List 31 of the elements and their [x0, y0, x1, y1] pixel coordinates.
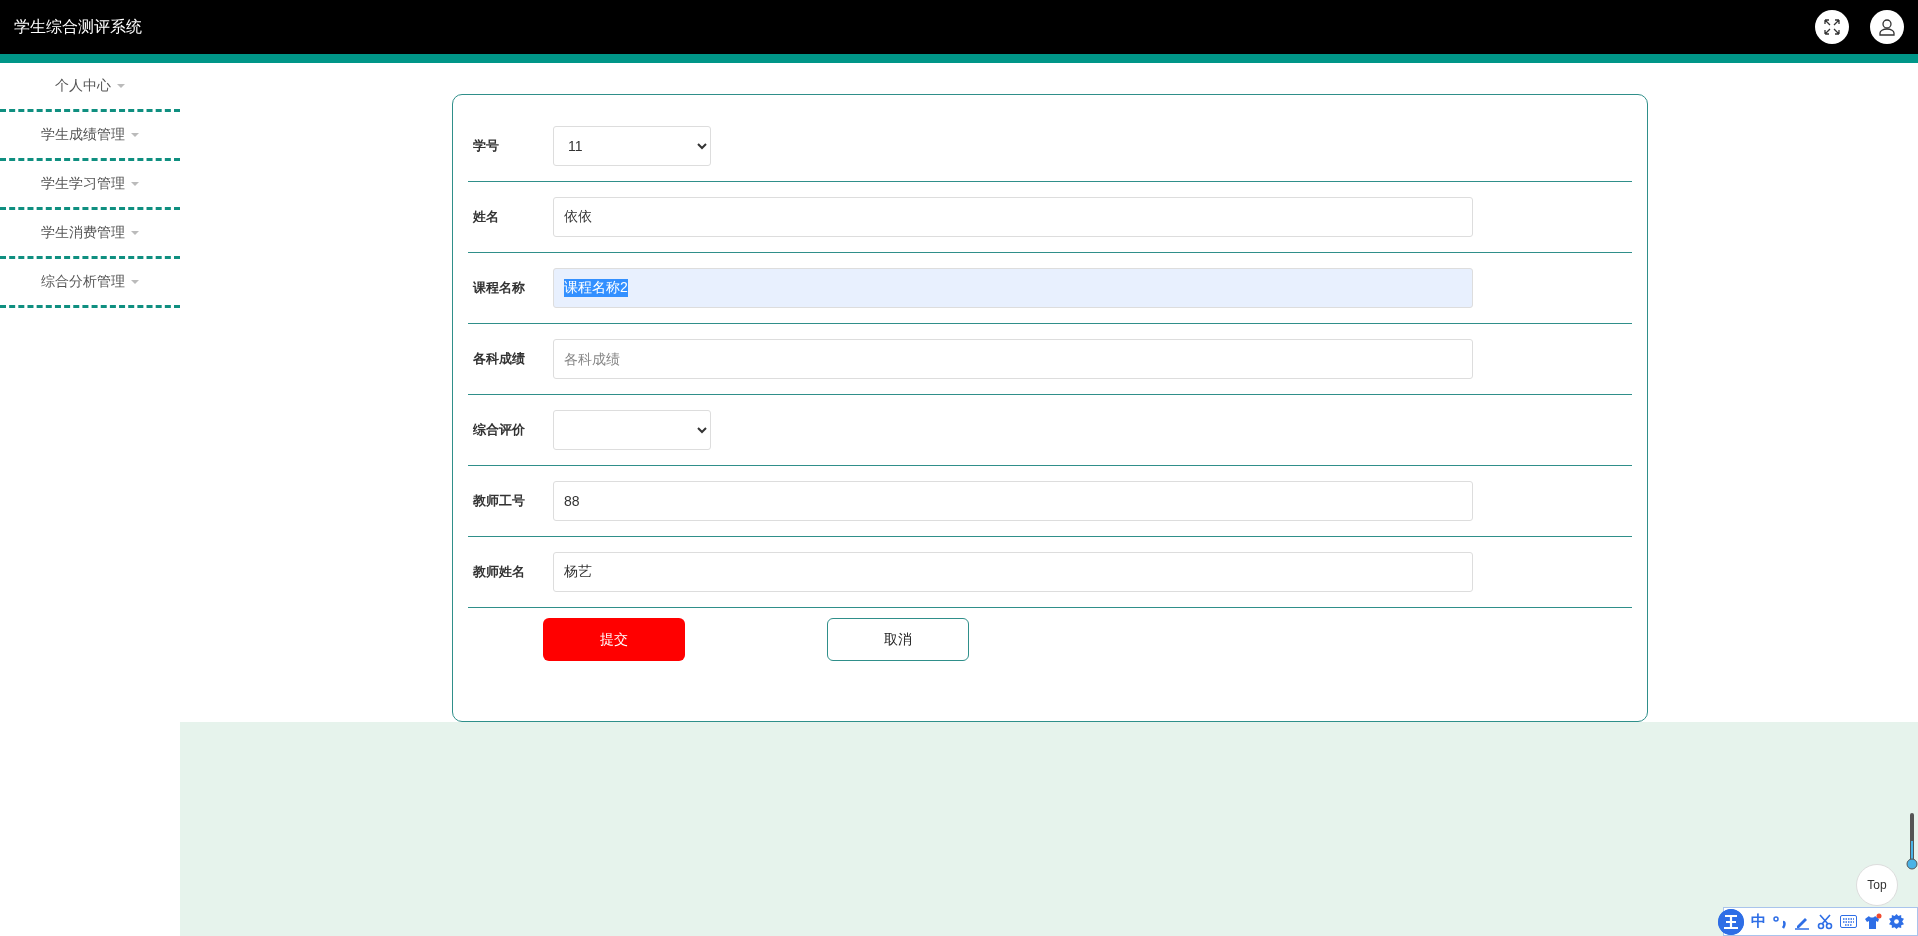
caret-icon — [131, 280, 139, 284]
user-icon[interactable] — [1870, 10, 1904, 44]
keyboard-icon[interactable] — [1840, 915, 1857, 928]
select-field[interactable] — [553, 410, 711, 450]
fullscreen-icon[interactable] — [1815, 10, 1849, 44]
input-field[interactable]: 88 — [553, 481, 1473, 521]
app-title: 学生综合测评系统 — [14, 16, 143, 37]
select-field[interactable]: 11 — [553, 126, 711, 166]
field-label: 学号 — [473, 137, 500, 155]
caret-icon — [131, 133, 139, 137]
caret-icon — [131, 182, 139, 186]
caret-icon — [131, 231, 139, 235]
field-label: 教师姓名 — [473, 563, 526, 581]
field-label: 姓名 — [473, 208, 500, 226]
input-field[interactable]: 依依 — [553, 197, 1473, 237]
input-field[interactable]: 杨艺 — [553, 552, 1473, 592]
caret-icon — [117, 84, 125, 88]
field-label: 课程名称 — [473, 279, 526, 297]
shirt-icon[interactable] — [1864, 913, 1882, 930]
settings-icon[interactable] — [1889, 914, 1904, 929]
ime-logo-icon[interactable] — [1718, 908, 1744, 935]
input-field[interactable]: 各科成绩 — [553, 339, 1473, 379]
field-label: 各科成绩 — [473, 350, 526, 368]
cancel-button[interactable]: 取消 — [827, 618, 969, 661]
submit-button[interactable]: 提交 — [543, 618, 685, 661]
punctuation-icon[interactable] — [1773, 914, 1787, 929]
input-mode-toggle[interactable]: 中 — [1751, 912, 1766, 931]
field-label: 综合评价 — [473, 421, 526, 439]
field-label: 教师工号 — [473, 492, 526, 510]
scissors-icon[interactable] — [1817, 913, 1833, 930]
thermometer-icon — [1906, 813, 1918, 871]
